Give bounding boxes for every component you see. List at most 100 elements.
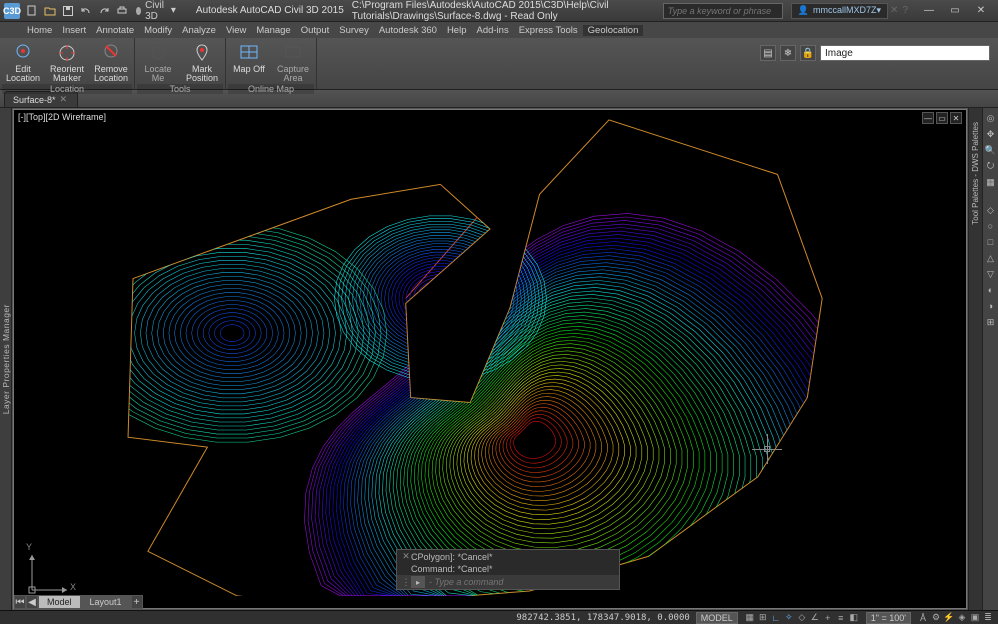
command-handle-icon[interactable]: ⋮: [401, 577, 411, 588]
ribbon-group-tools: Locate Me Mark Position Tools: [135, 38, 226, 89]
user-icon: 👤: [798, 5, 809, 16]
app-icon[interactable]: C3D: [4, 3, 20, 19]
pan-icon[interactable]: ✥: [985, 128, 997, 140]
new-icon[interactable]: [24, 3, 40, 19]
polar-toggle-icon[interactable]: ✧: [783, 612, 795, 624]
showmotion-icon[interactable]: ▦: [985, 176, 997, 188]
tab-insert[interactable]: Insert: [57, 25, 91, 36]
minimize-button[interactable]: —: [916, 2, 942, 20]
tool-2-icon[interactable]: ○: [985, 220, 997, 232]
quick-access-toolbar: [24, 3, 130, 19]
drafting-toggles: ▦ ⊞ ∟ ✧ ◇ ∠ + ≡ ◧: [744, 612, 860, 624]
edit-location-button[interactable]: Edit Location: [2, 40, 44, 84]
layer-properties-manager-label: Layer Properties Manager: [1, 304, 11, 414]
ortho-toggle-icon[interactable]: ∟: [770, 612, 782, 624]
remove-location-label: Remove Location: [90, 65, 132, 84]
tab-survey[interactable]: Survey: [334, 25, 374, 36]
help-icon[interactable]: ?: [902, 5, 908, 16]
gear-icon: [136, 7, 141, 15]
tab-annotate[interactable]: Annotate: [91, 25, 139, 36]
command-close-icon[interactable]: ✕: [401, 551, 411, 562]
tab-autodesk360[interactable]: Autodesk 360: [374, 25, 442, 36]
left-palette-bar[interactable]: Layer Properties Manager: [0, 108, 12, 610]
close-button[interactable]: ✕: [968, 2, 994, 20]
tool-1-icon[interactable]: ◇: [985, 204, 997, 216]
mark-position-button[interactable]: Mark Position: [181, 40, 223, 84]
right-palette-bar[interactable]: Tool Palettes - DWS Palettes: [968, 108, 982, 610]
layout-tab-model[interactable]: Model: [38, 595, 81, 609]
command-input[interactable]: [429, 577, 615, 587]
customize-icon[interactable]: ≣: [982, 612, 994, 624]
tab-analyze[interactable]: Analyze: [177, 25, 221, 36]
print-icon[interactable]: [114, 3, 130, 19]
lwt-toggle-icon[interactable]: ≡: [835, 612, 847, 624]
user-account-button[interactable]: 👤 mmccallMXD7Z▾: [791, 3, 888, 19]
window-controls: — ▭ ✕: [916, 2, 994, 20]
map-off-label: Map Off: [233, 65, 265, 74]
tool-6-icon[interactable]: ◐: [985, 284, 997, 296]
locate-me-button: Locate Me: [137, 40, 179, 84]
workspace-switcher[interactable]: Civil 3D ▾: [136, 0, 176, 22]
tool-5-icon[interactable]: ▽: [985, 268, 997, 280]
reorient-marker-button[interactable]: Reorient Marker: [46, 40, 88, 84]
tab-help[interactable]: Help: [442, 25, 472, 36]
layout-tab-layout1[interactable]: Layout1: [81, 595, 131, 609]
tab-manage[interactable]: Manage: [251, 25, 295, 36]
snap-toggle-icon[interactable]: ⊞: [757, 612, 769, 624]
chevron-down-icon: ▾: [171, 5, 176, 16]
osnap-toggle-icon[interactable]: ◇: [796, 612, 808, 624]
otrack-toggle-icon[interactable]: ∠: [809, 612, 821, 624]
tool-8-icon[interactable]: ⊞: [985, 316, 997, 328]
layer-state-icon[interactable]: ▤: [760, 45, 776, 61]
layer-dropdown[interactable]: [820, 45, 990, 61]
orbit-icon[interactable]: ⭮: [985, 160, 997, 172]
exchange-apps-icon[interactable]: ✕: [890, 5, 898, 16]
ribbon-group-title-location: Location: [2, 84, 132, 94]
coordinate-readout[interactable]: 982742.3851, 178347.9018, 0.0000: [516, 613, 689, 623]
layout-nav-prev[interactable]: ◀: [26, 595, 38, 609]
undo-icon[interactable]: [78, 3, 94, 19]
tab-geolocation[interactable]: Geolocation: [583, 25, 644, 36]
annotation-scale[interactable]: 1" = 100': [866, 612, 911, 624]
layer-freeze-icon[interactable]: ❄: [780, 45, 796, 61]
tab-view[interactable]: View: [221, 25, 251, 36]
annoscale-icon[interactable]: Å: [917, 612, 929, 624]
tab-addins[interactable]: Add-ins: [471, 25, 513, 36]
space-toggle[interactable]: MODEL: [696, 612, 738, 624]
hardware-accel-icon[interactable]: ⚡: [943, 612, 955, 624]
status-spacer: [4, 612, 16, 624]
transparency-icon[interactable]: ◧: [848, 612, 860, 624]
workspace-icon[interactable]: ⚙: [930, 612, 942, 624]
reorient-marker-label: Reorient Marker: [46, 65, 88, 84]
layout-nav-add[interactable]: +: [131, 595, 143, 609]
search-input[interactable]: [663, 3, 783, 19]
grid-toggle-icon[interactable]: ▦: [744, 612, 756, 624]
dyn-toggle-icon[interactable]: +: [822, 612, 834, 624]
save-icon[interactable]: [60, 3, 76, 19]
tab-modify[interactable]: Modify: [139, 25, 177, 36]
tool-3-icon[interactable]: □: [985, 236, 997, 248]
open-icon[interactable]: [42, 3, 58, 19]
tool-7-icon[interactable]: ◑: [985, 300, 997, 312]
tab-home[interactable]: Home: [22, 25, 57, 36]
zoom-icon[interactable]: 🔍: [985, 144, 997, 156]
map-off-button[interactable]: Map Off: [228, 40, 270, 84]
tab-output[interactable]: Output: [296, 25, 335, 36]
contour-drawing: [14, 110, 966, 596]
layout-nav-first[interactable]: ⏮: [14, 595, 26, 609]
remove-location-button[interactable]: Remove Location: [90, 40, 132, 84]
clean-screen-icon[interactable]: ▣: [969, 612, 981, 624]
isolate-icon[interactable]: ◈: [956, 612, 968, 624]
command-line[interactable]: ✕CPolygon]: *Cancel* Command: *Cancel* ⋮…: [396, 549, 620, 590]
model-viewport[interactable]: [-][Top][2D Wireframe] — ▭ ✕ X Y ✕CPolyg…: [13, 109, 967, 609]
tab-expresstools[interactable]: Express Tools: [514, 25, 583, 36]
close-tab-icon[interactable]: ✕: [60, 94, 68, 105]
redo-icon[interactable]: [96, 3, 112, 19]
status-bar: 982742.3851, 178347.9018, 0.0000 MODEL ▦…: [0, 610, 998, 624]
maximize-button[interactable]: ▭: [942, 2, 968, 20]
capture-area-button: Capture Area: [272, 40, 314, 84]
tool-4-icon[interactable]: △: [985, 252, 997, 264]
layer-lock-icon[interactable]: 🔒: [800, 45, 816, 61]
locate-me-label: Locate Me: [137, 65, 179, 84]
nav-wheel-icon[interactable]: ◎: [985, 112, 997, 124]
